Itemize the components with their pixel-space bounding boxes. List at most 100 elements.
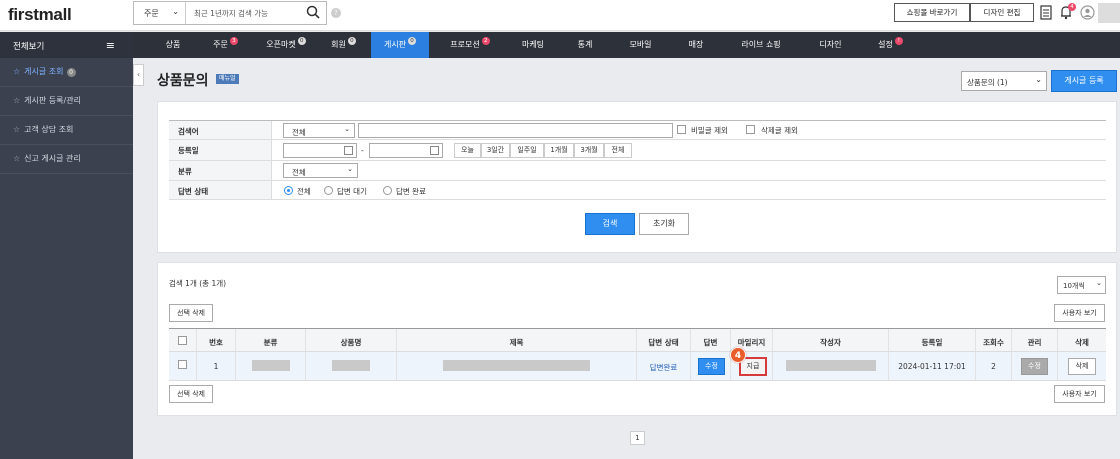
calendar-icon[interactable]: [344, 146, 353, 155]
keyword-field-select[interactable]: 전체 ⌄: [283, 123, 355, 138]
register-post-button[interactable]: 게시글 등록: [1051, 70, 1117, 92]
sidebar-item-consult[interactable]: ☆ 고객 상담 조회: [0, 116, 133, 145]
nav-item-promotion[interactable]: 프로모션 2: [439, 32, 501, 58]
answer-all-radio[interactable]: [284, 186, 293, 195]
avatar-icon[interactable]: [1080, 5, 1095, 20]
edit-answer-button[interactable]: 수정: [698, 358, 725, 375]
nav-badge: 3: [229, 37, 238, 45]
filter-label: 검색어: [169, 121, 272, 139]
calendar-icon[interactable]: [430, 146, 439, 155]
answer-cell: 수정: [690, 352, 730, 380]
keyword-input[interactable]: [358, 123, 673, 138]
filter-row-answer: 답변 상태 전체 답변 대기 답변 완료: [169, 181, 1106, 200]
column-header: 상품명: [305, 329, 396, 351]
product-cell: [305, 352, 396, 380]
delete-selected-button-bottom[interactable]: 선택 삭제: [169, 385, 213, 403]
title-cell[interactable]: [396, 352, 636, 380]
date-preset-3months[interactable]: 3개월: [574, 143, 604, 158]
menu-icon[interactable]: ≡: [106, 39, 115, 52]
sidebar-item-post-list[interactable]: ☆ 게시글 조회 0: [0, 58, 133, 87]
chevron-down-icon: ⌄: [347, 165, 353, 173]
filter-row-category: 분류 전체 ⌄: [169, 161, 1106, 181]
manage-cell: 수정: [1011, 352, 1057, 380]
nav-badge: 0: [408, 37, 417, 45]
delete-row-button[interactable]: 삭제: [1068, 358, 1096, 375]
date-preset-week[interactable]: 일주일: [510, 143, 544, 158]
checkbox-label: 비밀글 제외: [691, 126, 728, 135]
nav-item-design[interactable]: 디자인: [808, 32, 853, 58]
search-type-select[interactable]: 주문 ⌄: [134, 2, 186, 24]
design-edit-button[interactable]: 디자인 편집: [970, 3, 1034, 22]
sidebar-item-report[interactable]: ☆ 신고 게시글 관리: [0, 145, 133, 174]
manage-edit-button[interactable]: 수정: [1021, 358, 1048, 375]
nav-badge: 0: [297, 37, 306, 45]
filter-row-date: 등록일 - 오늘 3일간 일주일 1개월 3개월 전체: [169, 140, 1106, 161]
answer-waiting-radio[interactable]: [324, 186, 333, 195]
page-title: 상품문의: [157, 72, 209, 88]
nav-item-openmarket[interactable]: 오픈마켓 0: [255, 32, 317, 58]
nav-badge: 0: [347, 37, 356, 45]
nav-badge: 2: [481, 37, 490, 45]
page-number-1[interactable]: 1: [630, 431, 645, 445]
exclude-secret-checkbox[interactable]: [677, 125, 686, 134]
reg-date: 2024-01-11 17:01: [888, 352, 975, 380]
nav-item-settings[interactable]: 설정!: [868, 32, 913, 58]
select-all-checkbox[interactable]: [178, 336, 187, 345]
date-separator: -: [361, 146, 364, 155]
row-checkbox[interactable]: [178, 360, 187, 369]
date-preset-today[interactable]: 오늘: [454, 143, 481, 158]
filter-label: 분류: [169, 161, 272, 180]
answer-done-radio[interactable]: [383, 186, 392, 195]
end-date-input[interactable]: [369, 143, 443, 158]
redacted-block: [251, 360, 290, 371]
answer-status[interactable]: 답변완료: [636, 352, 690, 380]
nav-item-order[interactable]: 주문 3: [203, 32, 248, 58]
collapse-sidebar-icon[interactable]: ‹: [133, 64, 144, 86]
search-button[interactable]: 검색: [585, 213, 635, 235]
star-icon: ☆: [13, 67, 21, 76]
nav-item-mobile[interactable]: 모바일: [618, 32, 663, 58]
nav-item-stats[interactable]: 통계: [565, 32, 605, 58]
filter-table: 검색어 전체 ⌄ 비밀글 제외 삭제글 제외 등록일 - 오늘 3일간 일주일 1…: [169, 120, 1106, 200]
step-callout-badge: 4: [730, 347, 746, 363]
header-checkbox-cell: [169, 329, 196, 351]
author-cell: [772, 352, 888, 380]
nav-item-product[interactable]: 상품: [153, 32, 193, 58]
category-select[interactable]: 전체 ⌄: [283, 163, 358, 178]
column-header: 답변 상태: [636, 329, 690, 351]
category-cell: [235, 352, 305, 380]
reset-button[interactable]: 초기화: [639, 213, 689, 235]
firstmall-logo[interactable]: firstmall: [8, 5, 72, 25]
per-page-select[interactable]: 10개씩 ⌄: [1057, 276, 1106, 294]
nav-item-board[interactable]: 게시판 0: [371, 32, 429, 58]
search-icon[interactable]: [306, 5, 320, 19]
nav-item-live[interactable]: 라이브 쇼핑: [731, 32, 791, 58]
start-date-input[interactable]: [283, 143, 357, 158]
delete-cell: 삭제: [1057, 352, 1106, 380]
exclude-deleted-checkbox[interactable]: [746, 125, 755, 134]
row-checkbox-cell: [169, 352, 196, 380]
user-view-button-bottom[interactable]: 사용자 보기: [1054, 385, 1105, 403]
view-count: 2: [975, 352, 1011, 380]
document-icon[interactable]: [1040, 5, 1052, 20]
count-badge: 0: [66, 68, 76, 77]
nav-item-member[interactable]: 회원 0: [321, 32, 366, 58]
column-header: 등록일: [888, 329, 975, 351]
board-select[interactable]: 상품문의 (1) ⌄: [961, 71, 1047, 91]
shop-shortcut-button[interactable]: 쇼핑몰 바로가기: [894, 3, 970, 22]
star-icon: ☆: [13, 154, 21, 163]
date-preset-1month[interactable]: 1개월: [544, 143, 574, 158]
date-preset-3days[interactable]: 3일간: [481, 143, 510, 158]
chevron-down-icon: ⌄: [1035, 75, 1042, 84]
nav-item-marketing[interactable]: 마케팅: [508, 32, 558, 58]
user-view-button[interactable]: 사용자 보기: [1054, 304, 1105, 322]
manual-badge[interactable]: 매뉴얼: [216, 74, 239, 84]
help-icon[interactable]: ?: [331, 8, 341, 18]
nav-item-store[interactable]: 매장: [676, 32, 716, 58]
search-input[interactable]: 최근 1년까지 검색 가능: [194, 8, 268, 19]
sidebar-item-board-manage[interactable]: ☆ 게시판 등록/관리: [0, 87, 133, 116]
table-row[interactable]: 1 답변완료 수정 지급 2024-01-11 17:01 2 수정 삭제: [169, 352, 1106, 381]
date-preset-all[interactable]: 전체: [604, 143, 632, 158]
radio-label: 답변 대기: [337, 187, 367, 196]
delete-selected-button[interactable]: 선택 삭제: [169, 304, 213, 322]
